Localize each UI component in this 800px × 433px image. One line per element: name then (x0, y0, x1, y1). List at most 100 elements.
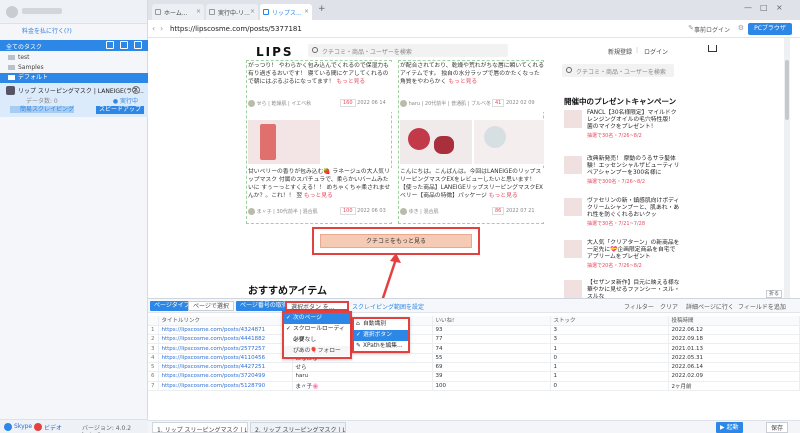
close-icon[interactable]: × (304, 8, 309, 15)
more-link[interactable]: もっと見る (336, 79, 365, 85)
present-item[interactable]: FANCL【30名様限定】マイルドクレンジングオイルの毛穴特性版！ 菌のマイクを… (564, 110, 677, 139)
speed-up-button[interactable]: スピードアップ (96, 106, 144, 114)
tree-item-samples[interactable]: Samples (0, 63, 148, 73)
table-cell[interactable]: 4 (148, 353, 159, 364)
post-user[interactable]: せら | 乾燥肌 | イエベ秋 (257, 101, 312, 107)
forward-icon[interactable]: › (160, 24, 163, 33)
lips-search-input[interactable]: クチコミ・商品・ユーザーを検索 (308, 44, 508, 57)
login-link[interactable]: ログイン (644, 47, 668, 56)
table-row[interactable]: 1 https://lipscosme.com/posts/4324871 93 3 2… (148, 325, 800, 336)
tab-home[interactable]: ホーム... × (152, 4, 204, 20)
menu-item-edit-xpath[interactable]: ✎ XPathを編集... (354, 341, 408, 352)
table-row[interactable]: 2 https://lipscosme.com/posts/4441882 77 3 2… (148, 334, 800, 345)
clear-button[interactable]: クリア (660, 302, 678, 311)
post-card[interactable]: こんにちは。こんばんは。今回はLANEIGEのリップスリーピングマスクEXをレビ… (400, 168, 545, 222)
all-tasks-label[interactable]: 全てのタスク (6, 42, 42, 51)
table-row[interactable]: 5 https://lipscosme.com/posts/4427251 せら 69… (148, 362, 800, 373)
table-cell[interactable]: https://lipscosme.com/posts/4324871 (158, 325, 293, 336)
like-count[interactable]: 41 (492, 99, 505, 107)
present-item[interactable]: 改典新発売！ 摩動のうるサラ髪体験！エッセンシャルザビューティリペアシャンプーを… (564, 156, 679, 185)
close-icon[interactable]: × (196, 8, 201, 15)
close-window-icon[interactable]: × (776, 3, 783, 12)
pricing-link[interactable]: 料金を払に行く(?) (22, 26, 72, 35)
page-scrollbar-thumb[interactable] (785, 60, 789, 120)
post-image[interactable] (400, 120, 472, 164)
present-item[interactable]: 大人気「クリアターン」の新商品を一足先に💝企画限定商品を自宅でアプリームをプレゼ… (564, 240, 679, 269)
col-header[interactable]: ストック (550, 316, 669, 326)
post-card[interactable]: がっつり！ やわらかく包み込んでくれるので保湿力も有り過ぎるおいです！ 寝ている… (248, 62, 393, 112)
post-user[interactable]: ゆき | 混合肌 (409, 209, 439, 215)
filter-button[interactable]: フィルター (624, 302, 654, 311)
table-cell[interactable]: 2022.09.18 (668, 334, 800, 345)
table-cell[interactable]: 100 (432, 381, 551, 391)
back-icon[interactable]: ‹ (152, 24, 155, 33)
signup-link[interactable]: 新規登録 (608, 47, 632, 56)
close-icon[interactable]: × (132, 86, 140, 94)
table-cell[interactable]: 93 (432, 325, 551, 336)
video-link[interactable]: ビデオ (44, 423, 62, 432)
table-cell[interactable]: 2ヶ月前 (668, 381, 800, 391)
post-user[interactable]: ま〃子 | 30代前半 | 混合肌 (257, 209, 318, 215)
table-cell[interactable]: 5 (148, 362, 159, 373)
table-cell[interactable]: 0 (550, 353, 669, 364)
pc-browser-button[interactable]: PCブラウザ (748, 23, 792, 35)
table-cell[interactable]: https://lipscosme.com/posts/2577257 (158, 343, 293, 354)
table-cell[interactable]: https://lipscosme.com/posts/4110456 (158, 353, 293, 364)
add-field-button[interactable]: フィールドを追加 (738, 302, 786, 311)
table-cell[interactable]: 2022.02.09 (668, 371, 800, 382)
table-cell[interactable]: 2022.06.12 (668, 325, 800, 336)
table-cell[interactable]: 3 (550, 325, 669, 336)
table-cell[interactable]: https://lipscosme.com/posts/3720499 (158, 371, 293, 382)
menu-item-select-button[interactable]: ✓ 選択ボタン (354, 330, 408, 341)
table-cell[interactable]: ま〃子🌸 (292, 381, 433, 391)
lips-logo[interactable]: LIPS (256, 45, 294, 59)
post-user[interactable]: haru | 20代前半 | 普通肌 | ブルベ冬 (409, 101, 491, 107)
url-input[interactable]: https://lipscosme.com/posts/5377181 (170, 25, 302, 33)
menu-item-none[interactable]: 必要なし (284, 335, 350, 346)
table-row[interactable]: 7 https://lipscosme.com/posts/5128790 ま〃子🌸… (148, 381, 800, 391)
table-cell[interactable]: 74 (432, 343, 551, 354)
table-cell[interactable]: 7 (148, 381, 159, 391)
table-cell[interactable]: https://lipscosme.com/posts/4427251 (158, 362, 293, 373)
table-row[interactable]: 3 https://lipscosme.com/posts/2577257 74 1 2… (148, 343, 800, 354)
more-link[interactable]: もっと見る (448, 79, 477, 85)
skype-icon[interactable] (4, 423, 12, 431)
table-cell[interactable]: 77 (432, 334, 551, 345)
col-header[interactable]: 投稿時間 (668, 316, 800, 326)
side-search-input[interactable]: クチコミ・商品・ユーザーを検索 (562, 64, 674, 77)
detail-page-button[interactable]: 詳細ページに行く (686, 302, 734, 311)
like-count[interactable]: 100 (340, 207, 356, 215)
like-count[interactable]: 86 (492, 207, 505, 215)
tab-running[interactable]: 実行中-リ... × (206, 4, 258, 20)
table-cell[interactable]: 3 (148, 343, 159, 354)
tree-item-test[interactable]: test (0, 53, 148, 63)
table-row[interactable]: 4https://lipscosme.com/posts/4110456ほるほる… (148, 353, 800, 364)
new-folder-icon[interactable] (106, 41, 114, 49)
table-cell[interactable]: 2022.06.14 (668, 362, 800, 373)
like-count[interactable]: 160 (340, 99, 356, 107)
table-cell[interactable]: 6 (148, 371, 159, 382)
table-cell[interactable]: 1 (550, 362, 669, 373)
table-cell[interactable]: 1 (550, 371, 669, 382)
pre-login-button[interactable]: 事前ログイン (694, 25, 730, 34)
import-icon[interactable] (134, 41, 142, 49)
table-cell[interactable]: 69 (432, 362, 551, 373)
table-cell[interactable]: 1 (148, 325, 159, 336)
tree-item-default[interactable]: デフォルト (0, 73, 148, 83)
cart-icon[interactable] (708, 45, 717, 52)
col-header[interactable]: タイトルリンク (158, 316, 293, 326)
save-button[interactable]: 保存 (766, 422, 789, 433)
user-avatar[interactable] (6, 6, 18, 18)
page-number-button[interactable]: ページ番号の取得 (236, 301, 292, 311)
menu-item-next-page[interactable]: ✓ 次のページ (284, 313, 350, 324)
more-link[interactable]: もっと見る (304, 193, 333, 199)
post-image[interactable] (474, 120, 544, 164)
maximize-icon[interactable]: □ (760, 3, 768, 12)
menu-item-scroll-loading[interactable]: ✓ スクロールローディング (284, 324, 350, 343)
table-cell[interactable]: 0 (550, 381, 669, 391)
start-button[interactable]: ▶ 起動 (716, 422, 743, 433)
post-image[interactable] (248, 120, 320, 164)
table-row[interactable]: 6 https://lipscosme.com/posts/3720499 haru… (148, 371, 800, 382)
post-card[interactable]: が配合されており、乾燥や荒れがちな唇に瞬いてくれるアイテムです。 独自の水分ラッ… (400, 62, 545, 112)
task-card[interactable]: リップ スリーピングマスク | LANEIGE(ラネ... データ数: 0 ● … (0, 83, 148, 117)
